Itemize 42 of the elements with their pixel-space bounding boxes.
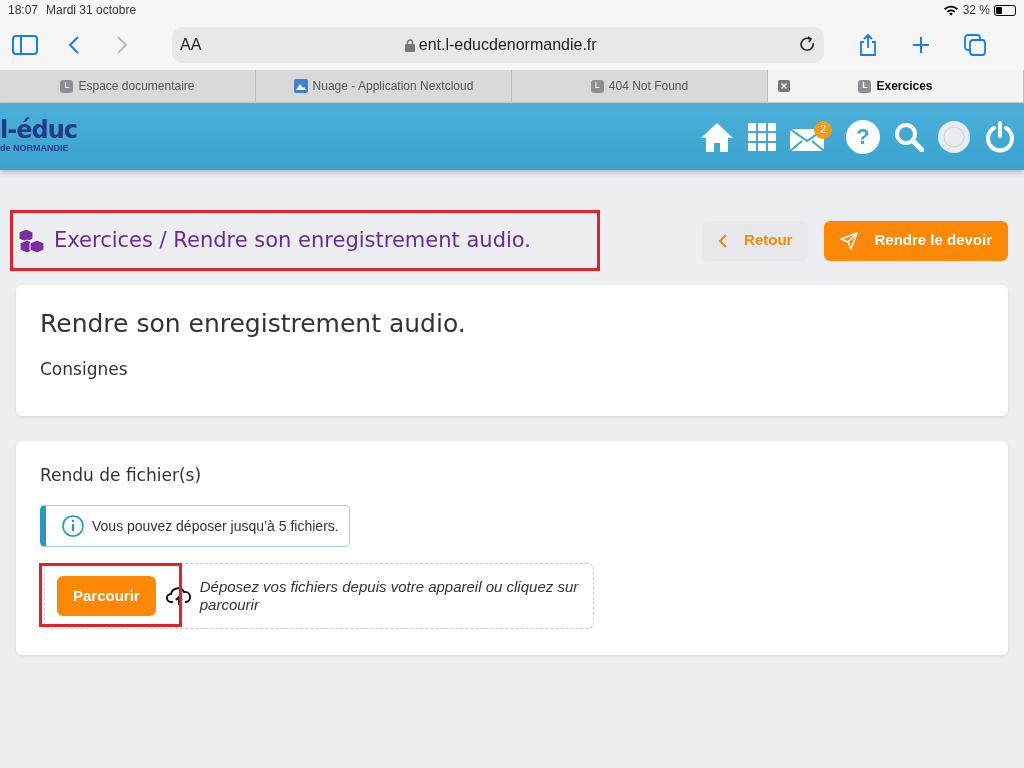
back-icon[interactable] <box>68 35 80 55</box>
browser-tab[interactable]: L Exercices <box>768 70 1024 102</box>
url-text[interactable]: ent.l-educdenormandie.fr <box>418 33 597 57</box>
battery-percentage: 32 % <box>962 2 990 19</box>
logo-subtitle: de NORMANDIE <box>0 141 70 155</box>
logo-text: l-éduc <box>0 117 77 142</box>
share-icon[interactable] <box>858 33 878 57</box>
status-time: 18:07 <box>8 2 39 19</box>
cubes-icon <box>16 227 46 254</box>
browser-tab[interactable]: Nuage - Application Nextcloud <box>256 70 512 102</box>
battery-icon <box>994 4 1016 16</box>
favicon-icon: L <box>590 79 604 93</box>
reload-icon[interactable] <box>800 36 816 54</box>
drop-hint: Déposez vos fichiers depuis votre appareil ou cliquez sur parcourir <box>199 578 580 615</box>
sidebar-icon[interactable] <box>12 35 38 55</box>
info-icon <box>62 515 84 538</box>
close-tab-icon[interactable] <box>778 80 790 92</box>
info-text: Vous pouvez déposer jusqu’à 5 fichiers. <box>92 516 339 536</box>
envelope-icon <box>790 126 824 153</box>
assignment-title: Rendre son enregistrement audio. <box>40 309 467 339</box>
home-icon[interactable] <box>700 120 734 153</box>
wifi-icon <box>942 4 959 16</box>
lock-icon <box>404 38 415 52</box>
new-tab-icon[interactable] <box>912 36 930 54</box>
tabs-overview-icon[interactable] <box>964 34 986 56</box>
upload-title: Rendu de fichier(s) <box>40 465 203 486</box>
send-icon <box>840 231 859 250</box>
mountain-favicon-icon <box>293 79 308 93</box>
avatar-icon[interactable] <box>938 120 970 153</box>
search-icon[interactable] <box>894 121 924 152</box>
apps-grid-icon[interactable] <box>748 122 776 151</box>
browser-tab[interactable]: L Espace documentaire <box>0 70 256 102</box>
instructions-label: Consignes <box>40 358 129 381</box>
status-date: Mardi 31 octobre <box>46 2 137 19</box>
chevron-left-icon <box>718 233 729 248</box>
cloud-upload-icon <box>165 585 192 608</box>
power-icon[interactable] <box>984 120 1016 153</box>
text-size-button[interactable]: AA <box>180 33 202 57</box>
page-title: Exercices / Rendre son enregistrement audio. <box>54 227 531 254</box>
favicon-icon: L <box>60 79 74 93</box>
unread-count: 2 <box>814 120 832 139</box>
favicon-icon: L <box>858 79 872 93</box>
